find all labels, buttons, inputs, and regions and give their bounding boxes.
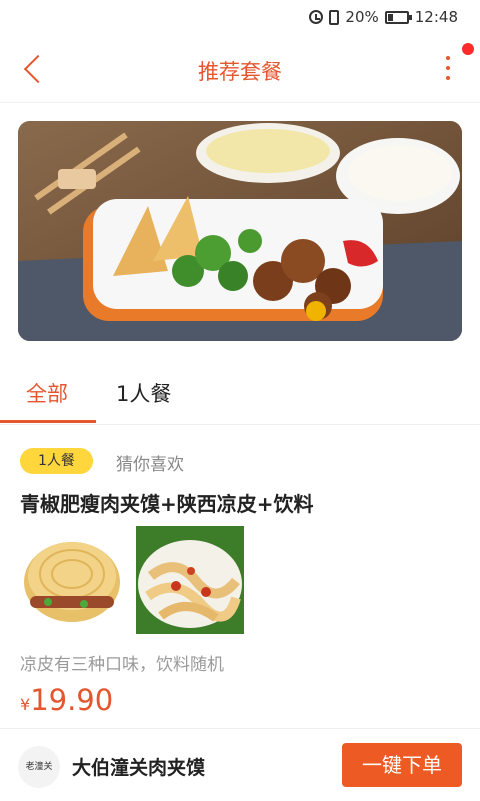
- roujiamo-photo: [18, 526, 126, 634]
- one-click-order-button[interactable]: 一键下单: [342, 743, 462, 787]
- notification-dot: [462, 43, 474, 55]
- top-app-bar: 推荐套餐: [0, 36, 480, 103]
- item-thumbnail-roujiamo[interactable]: [18, 526, 126, 634]
- currency-symbol: ¥: [20, 695, 31, 714]
- more-menu-button[interactable]: [438, 52, 458, 86]
- status-time: 12:48: [414, 8, 458, 26]
- battery-icon: [384, 10, 412, 24]
- shop-logo[interactable]: 老潼关: [18, 746, 60, 788]
- item-badge: 1人餐: [20, 448, 93, 474]
- price-value: 19.90: [30, 683, 114, 717]
- item-description: 凉皮有三种口味，饮料随机: [20, 655, 224, 675]
- battery-percent: 20%: [345, 8, 379, 26]
- status-bar: 20% 12:48: [0, 0, 480, 36]
- item-title[interactable]: 青椒肥瘦肉夹馍+陕西凉皮+饮料: [20, 488, 314, 517]
- category-tabs: 全部 1人餐: [0, 364, 480, 425]
- item-price: ¥19.90: [20, 683, 113, 717]
- tab-all[interactable]: 全部: [26, 378, 68, 408]
- liangpi-photo: [136, 526, 244, 634]
- shop-name[interactable]: 大伯潼关肉夹馍: [72, 753, 205, 780]
- alarm-icon: [309, 10, 324, 24]
- banner-image[interactable]: [18, 121, 462, 341]
- item-thumbnail-liangpi[interactable]: [136, 526, 244, 634]
- status-icons: 20% 12:48: [309, 8, 458, 26]
- vibrate-icon: [329, 9, 340, 25]
- tab-one-person[interactable]: 1人餐: [116, 378, 171, 408]
- meal-photo: [18, 121, 462, 341]
- item-tagline: 猜你喜欢: [116, 455, 184, 475]
- tab-indicator: [0, 420, 96, 423]
- bottom-bar: 老潼关 大伯潼关肉夹馍 一键下单: [0, 728, 480, 801]
- page-title: 推荐套餐: [198, 60, 282, 84]
